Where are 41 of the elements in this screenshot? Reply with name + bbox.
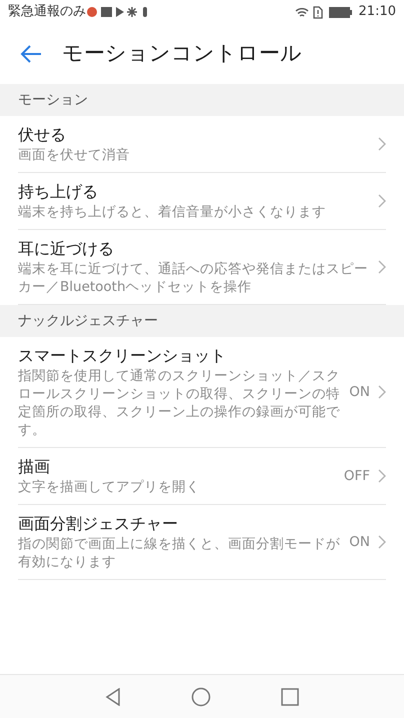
row-title: 持ち上げる <box>18 181 99 203</box>
snowflake-icon <box>126 6 138 18</box>
section-header: ナックルジェスチャー <box>0 305 404 337</box>
row-description: 指関節を使用して通常のスクリーンショット／スクロールスクリーンショットの取得、スクリーンの特定箇所の取得、スクリーン上の操作の録画が可能です。 <box>18 367 341 439</box>
row-description: 端末を耳に近づけて、通話への応答や発信またはスピーカー／Bluetoothヘッドセットを操作 <box>18 260 369 296</box>
row-value: ON <box>349 382 370 402</box>
row-value: OFF <box>344 466 370 486</box>
settings-row[interactable]: 伏せる 画面を伏せて消音 <box>18 116 386 173</box>
row-description: 指の関節で画面上に線を描くと、画面分割モードが有効になります <box>18 535 341 571</box>
settings-row[interactable]: 画面分割ジェスチャー 指の関節で画面上に線を描くと、画面分割モードが有効になります ON <box>18 505 386 580</box>
settings-row[interactable]: 持ち上げる 端末を持ち上げると、着信音量が小さくなります <box>18 173 386 230</box>
chevron-right-icon <box>378 194 386 208</box>
chevron-right-icon <box>378 137 386 151</box>
carrier-text: 緊急通報のみ <box>8 3 86 22</box>
chevron-right-icon <box>378 535 386 549</box>
chevron-right-icon <box>378 469 386 483</box>
row-title: 描画 <box>18 456 51 478</box>
back-arrow-icon <box>20 44 42 64</box>
wifi-icon <box>294 6 309 18</box>
settings-row[interactable]: 描画 文字を描画してアプリを開く OFF <box>18 448 386 505</box>
clock-text: 21:10 <box>358 3 396 22</box>
play-icon <box>116 7 124 17</box>
app-notification-icon <box>87 7 97 17</box>
back-triangle-icon[interactable] <box>105 688 121 706</box>
row-description: 端末を持ち上げると、着信音量が小さくなります <box>18 203 327 221</box>
row-title: 伏せる <box>18 124 67 146</box>
row-description: 文字を描画してアプリを開く <box>18 478 201 496</box>
settings-row[interactable]: スマートスクリーンショット 指関節を使用して通常のスクリーンショット／スクロールスクリーンショットの取得、スクリーンの特定箇所の取得、スクリーン上の操作の録画が可能です。 ON <box>18 337 386 448</box>
row-description: 画面を伏せて消音 <box>18 146 131 164</box>
row-title: 耳に近づける <box>18 238 115 260</box>
section-header: モーション <box>0 84 404 116</box>
recents-square-icon[interactable] <box>281 688 299 706</box>
home-circle-icon[interactable] <box>191 686 211 706</box>
battery-icon <box>328 6 353 18</box>
sim-alert-icon <box>312 6 323 18</box>
chevron-right-icon <box>378 385 386 399</box>
row-value: ON <box>349 532 370 552</box>
row-title: 画面分割ジェスチャー <box>18 513 179 535</box>
screen-title: モーションコントロール <box>62 40 302 68</box>
chevron-right-icon <box>378 260 386 274</box>
row-title: スマートスクリーンショット <box>18 345 227 367</box>
